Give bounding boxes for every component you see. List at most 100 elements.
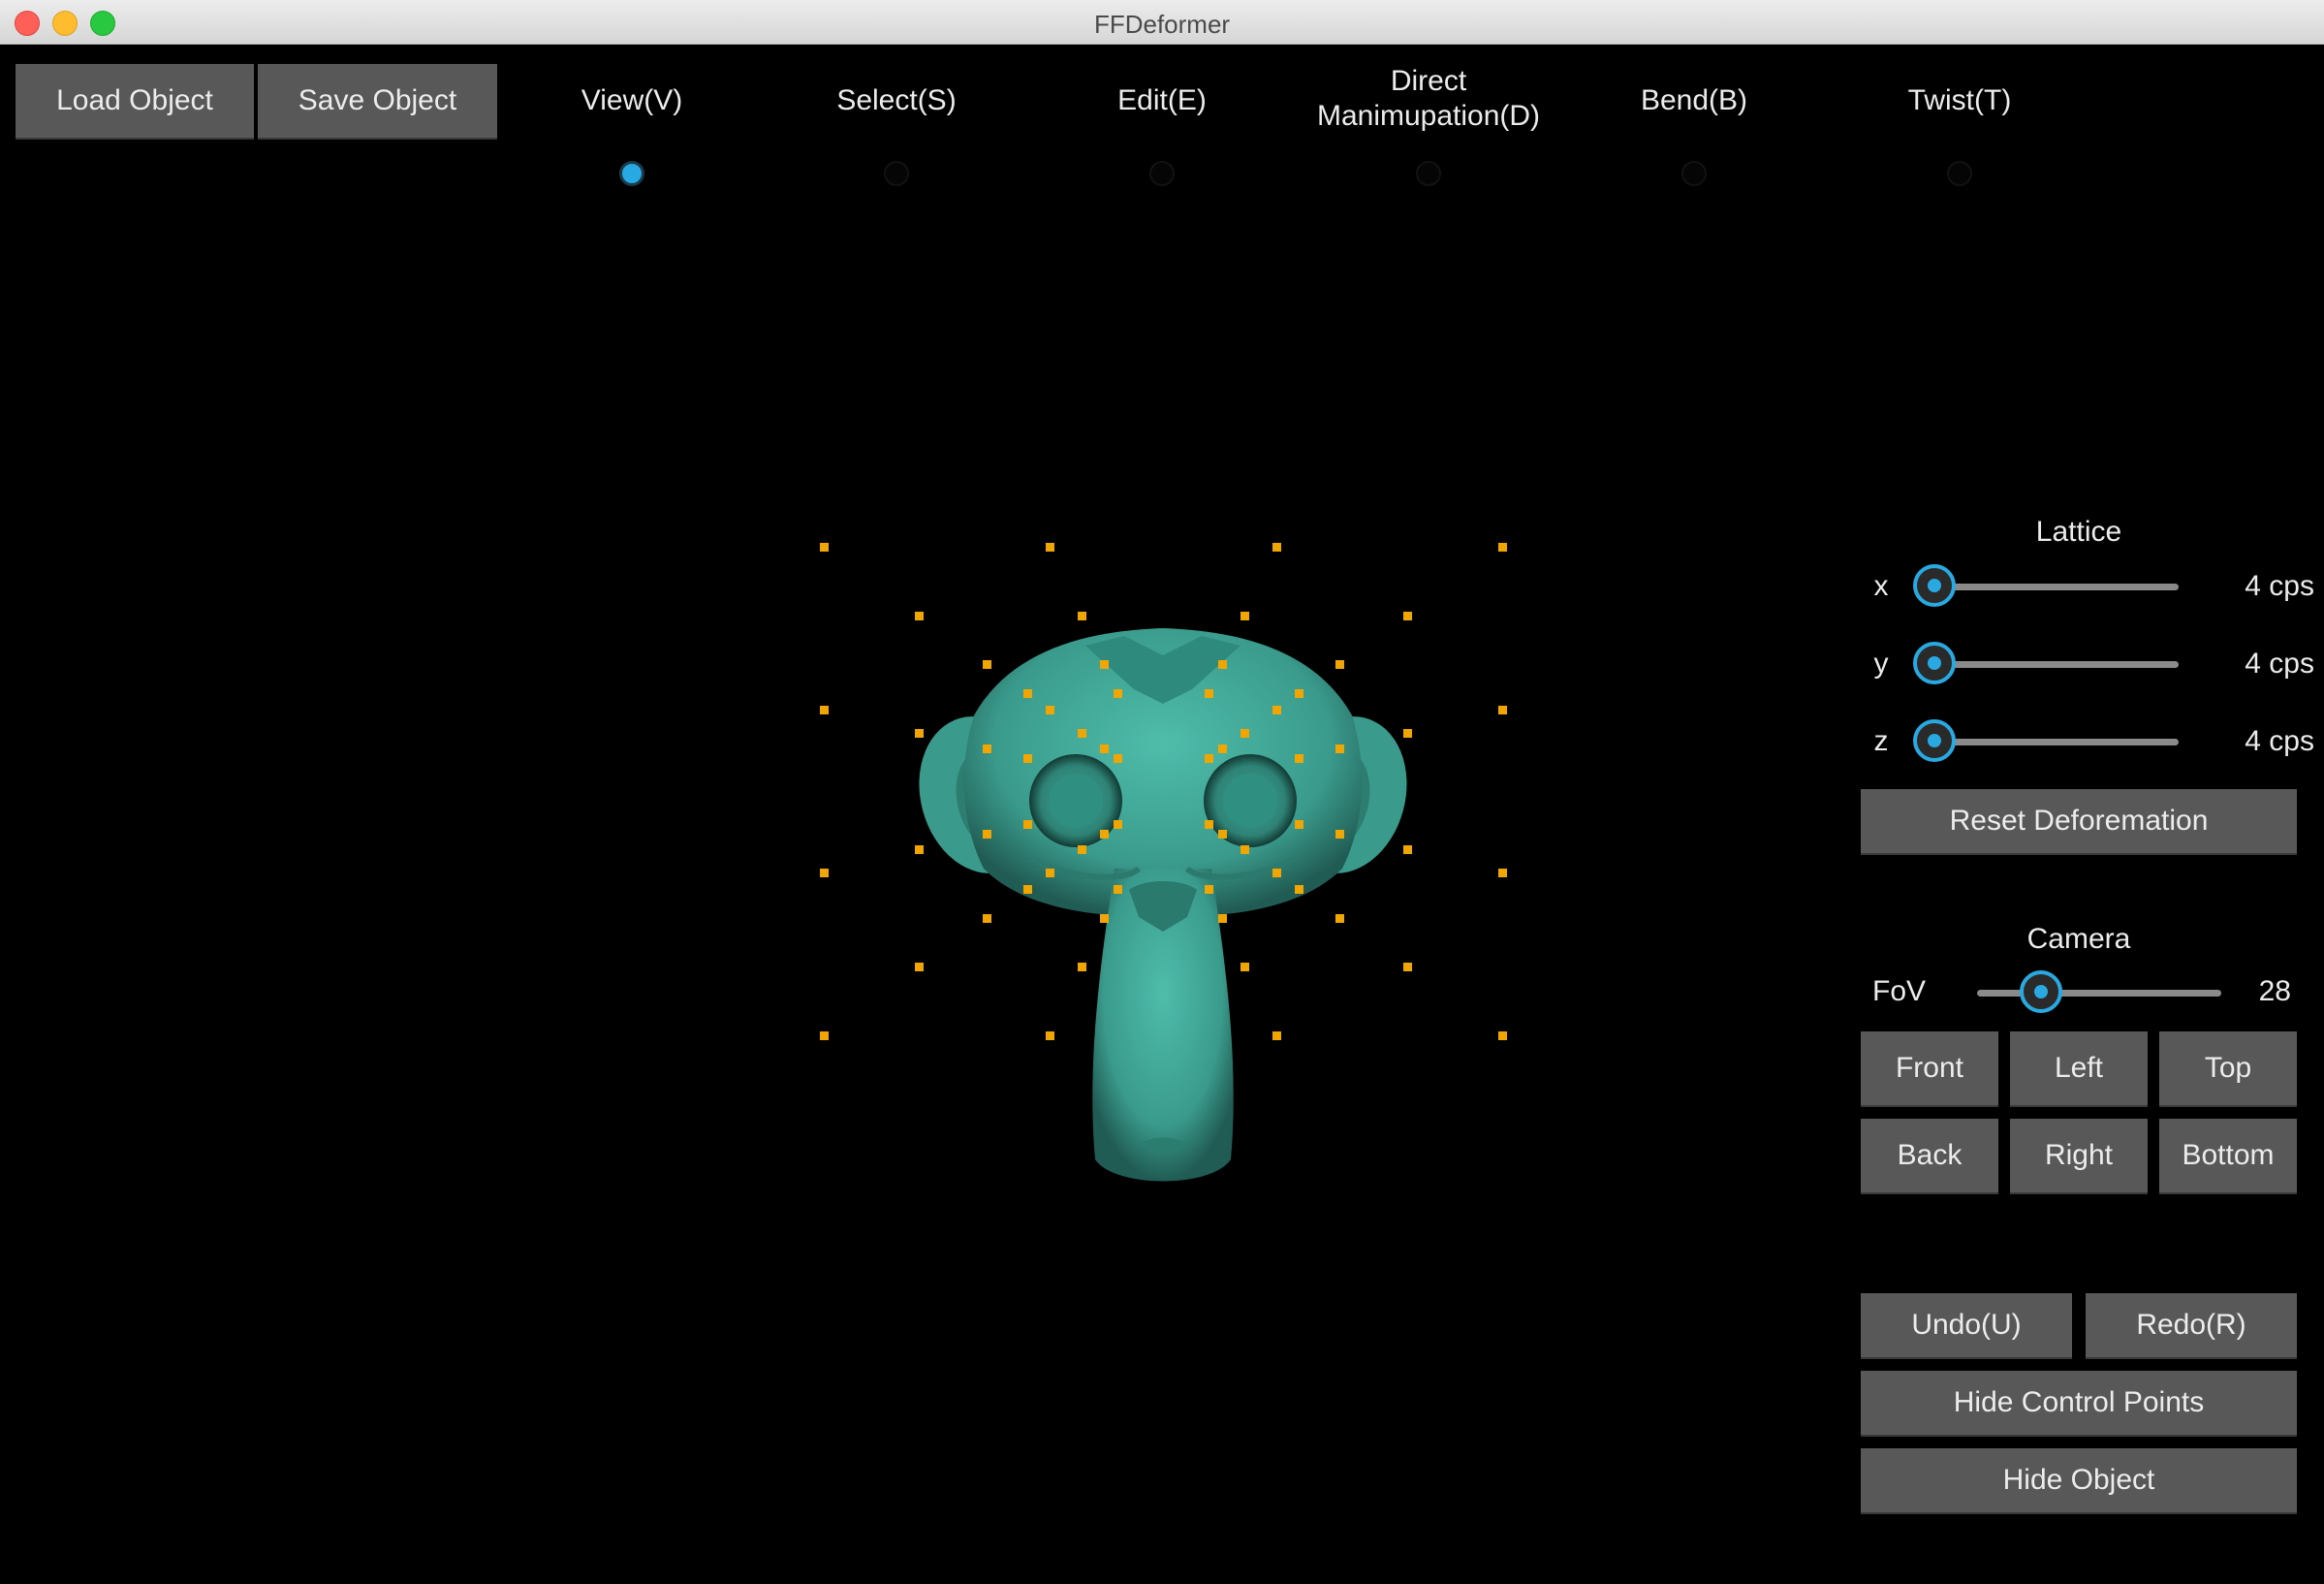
hide-object-button[interactable]: Hide Object (1861, 1448, 2297, 1514)
lattice-x-slider-handle[interactable] (1913, 564, 1956, 607)
lattice-z-slider-handle[interactable] (1913, 719, 1956, 762)
control-point (1498, 1031, 1507, 1040)
control-point (1272, 869, 1281, 877)
control-point (1078, 963, 1086, 971)
control-point (1114, 689, 1122, 698)
control-point (820, 869, 829, 877)
mode-bend-label: Bend(B) (1640, 84, 1748, 116)
control-point (1335, 914, 1344, 923)
lattice-y-label: y (1873, 648, 1889, 680)
control-point (1272, 543, 1281, 552)
fov-slider-track[interactable] (1977, 990, 2221, 997)
mode-direct-manipulation-radio[interactable] (1416, 161, 1441, 186)
control-point (1295, 820, 1303, 829)
control-point (1046, 706, 1054, 714)
fov-value: 28 (2258, 975, 2291, 1007)
control-point (1205, 885, 1213, 894)
title-bar: FFDeformer (0, 0, 2324, 45)
mode-view-radio[interactable] (619, 161, 644, 186)
control-point (1023, 689, 1032, 698)
control-point (1046, 543, 1054, 552)
control-point (1403, 963, 1412, 971)
control-point (915, 729, 924, 738)
hide-control-points-button[interactable]: Hide Control Points (1861, 1371, 2297, 1437)
control-point (1498, 706, 1507, 714)
control-point (1241, 845, 1249, 854)
control-point (820, 1031, 829, 1040)
control-point (820, 706, 829, 714)
app-area: Load Object Save Object View(V) Select(S… (0, 45, 2324, 1584)
control-point (1403, 612, 1412, 620)
control-point (1100, 830, 1109, 839)
control-point (1100, 744, 1109, 753)
lattice-z-label: z (1873, 725, 1889, 757)
control-point (1335, 744, 1344, 753)
control-point (1335, 830, 1344, 839)
lattice-x-value: 4 cps (2245, 570, 2314, 602)
control-point (1272, 1031, 1281, 1040)
fov-slider-handle[interactable] (2020, 970, 2062, 1013)
mode-direct-manipulation-label: Direct Manimupation(D) (1316, 65, 1541, 132)
redo-button[interactable]: Redo(R) (2086, 1293, 2297, 1359)
mode-select-label: Select(S) (836, 84, 957, 116)
monkey-mesh[interactable] (0, 200, 1841, 1576)
window-title: FFDeformer (1093, 10, 1231, 39)
camera-top-button[interactable]: Top (2159, 1031, 2297, 1107)
control-point (1114, 754, 1122, 763)
control-point (1205, 689, 1213, 698)
mode-edit-radio[interactable] (1149, 161, 1175, 186)
reset-deformation-button[interactable]: Reset Deforemation (1861, 789, 2297, 855)
mode-view-label: View(V) (581, 84, 683, 116)
control-point (983, 660, 991, 669)
control-point (1078, 845, 1086, 854)
mode-edit-label: Edit(E) (1117, 84, 1207, 116)
control-point (1078, 729, 1086, 738)
control-point (1218, 744, 1227, 753)
camera-bottom-button[interactable]: Bottom (2159, 1119, 2297, 1194)
lattice-y-slider-handle[interactable] (1913, 642, 1956, 684)
control-point (983, 830, 991, 839)
mode-select-radio[interactable] (884, 161, 909, 186)
camera-title: Camera (2026, 923, 2131, 955)
control-point (1100, 660, 1109, 669)
control-point (1335, 660, 1344, 669)
control-point (1295, 754, 1303, 763)
control-point (1046, 869, 1054, 877)
save-object-button[interactable]: Save Object (258, 64, 497, 140)
control-point (1023, 885, 1032, 894)
control-point (1100, 914, 1109, 923)
lattice-z-slider-track[interactable] (1934, 739, 2179, 745)
control-point (1078, 612, 1086, 620)
control-point (1295, 885, 1303, 894)
lattice-x-slider-track[interactable] (1934, 584, 2179, 590)
control-point (1218, 830, 1227, 839)
control-point (1205, 754, 1213, 763)
lattice-x-label: x (1873, 570, 1889, 602)
camera-front-button[interactable]: Front (1861, 1031, 1998, 1107)
control-point (820, 543, 829, 552)
control-point (983, 914, 991, 923)
control-point (1114, 885, 1122, 894)
mode-twist-radio[interactable] (1947, 161, 1972, 186)
control-point (1272, 706, 1281, 714)
camera-right-button[interactable]: Right (2010, 1119, 2148, 1194)
control-point (1295, 689, 1303, 698)
control-point (1205, 820, 1213, 829)
undo-button[interactable]: Undo(U) (1861, 1293, 2072, 1359)
control-point (1218, 660, 1227, 669)
load-object-button[interactable]: Load Object (16, 64, 254, 140)
mode-bend-radio[interactable] (1681, 161, 1707, 186)
control-point (1498, 869, 1507, 877)
camera-left-button[interactable]: Left (2010, 1031, 2148, 1107)
control-point (1218, 914, 1227, 923)
camera-back-button[interactable]: Back (1861, 1119, 1998, 1194)
control-point (1114, 820, 1122, 829)
control-point (1241, 963, 1249, 971)
lattice-y-slider-track[interactable] (1934, 661, 2179, 668)
mode-twist-label: Twist(T) (1907, 84, 2012, 116)
lattice-z-value: 4 cps (2245, 725, 2314, 757)
lattice-title: Lattice (2035, 516, 2122, 548)
control-point (915, 963, 924, 971)
viewport[interactable] (0, 200, 1841, 1576)
control-point (1241, 612, 1249, 620)
